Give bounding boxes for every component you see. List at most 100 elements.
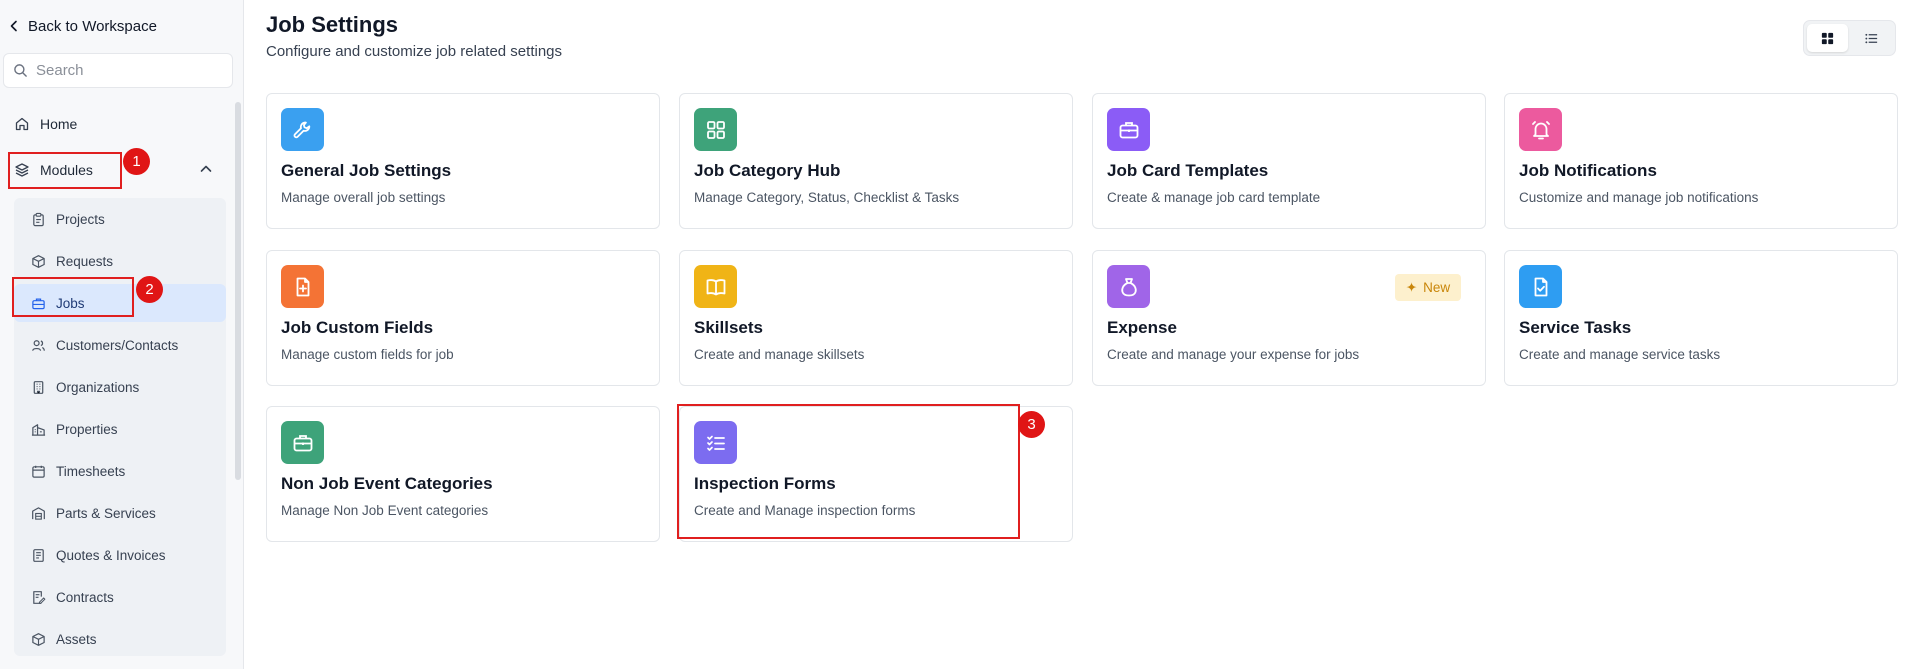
- card-job-card-templates[interactable]: Job Card Templates Create & manage job c…: [1092, 93, 1486, 229]
- view-toggle: [1803, 20, 1896, 56]
- card-job-category-hub[interactable]: Job Category Hub Manage Category, Status…: [679, 93, 1073, 229]
- sidebar-item-properties[interactable]: Properties: [14, 410, 226, 448]
- file-plus-icon: [296, 277, 309, 296]
- card-description: Create and manage your expense for jobs: [1107, 347, 1360, 362]
- sidebar-item-label: Requests: [56, 253, 114, 269]
- nav-modules-label: Modules: [40, 162, 93, 178]
- sidebar-item-label: Projects: [56, 211, 105, 227]
- chevron-left-icon: [10, 20, 17, 32]
- invoice-icon: [33, 548, 44, 562]
- nav-home-label: Home: [40, 116, 78, 132]
- card-title: Expense: [1107, 318, 1177, 337]
- page-title: Job Settings: [266, 12, 399, 37]
- new-badge: ✦ New: [1395, 274, 1461, 301]
- sidebar-item-label: Organizations: [56, 379, 140, 395]
- card-description: Create and manage service tasks: [1519, 347, 1721, 362]
- card-non-job-event-categories[interactable]: Non Job Event Categories Manage Non Job …: [266, 406, 660, 542]
- book-icon: [706, 278, 725, 295]
- card-icon-bg: [694, 265, 737, 308]
- sidebar: Back to Workspace Home Modules Projects …: [0, 0, 244, 669]
- chevron-up-icon[interactable]: [199, 162, 213, 176]
- new-badge-label: New: [1423, 280, 1451, 295]
- step-badge-2: 2: [136, 276, 163, 303]
- card-description: Manage custom fields for job: [281, 347, 454, 362]
- sidebar-item-assets[interactable]: Assets: [14, 620, 226, 658]
- sidebar-item-parts-services[interactable]: Parts & Services: [14, 494, 226, 532]
- sidebar-item-quotes-invoices[interactable]: Quotes & Invoices: [14, 536, 226, 574]
- card-title: Job Notifications: [1519, 161, 1657, 180]
- money-bag-icon: [1120, 277, 1137, 296]
- sidebar-item-label: Assets: [56, 631, 97, 647]
- card-description: Create & manage job card template: [1107, 190, 1321, 205]
- card-description: Manage Non Job Event categories: [281, 503, 489, 518]
- briefcase-icon: [32, 297, 45, 309]
- card-icon-bg: [694, 108, 737, 151]
- box-icon: [32, 254, 45, 268]
- sidebar-item-jobs[interactable]: Jobs: [14, 284, 226, 322]
- grid-icon: [706, 120, 725, 139]
- sidebar-item-label: Quotes & Invoices: [56, 547, 166, 563]
- sidebar-item-label: Contracts: [56, 589, 114, 605]
- list-view-button[interactable]: [1851, 24, 1892, 52]
- nav-modules[interactable]: Modules: [14, 158, 93, 182]
- sidebar-item-label: Jobs: [56, 295, 85, 311]
- sidebar-item-timesheets[interactable]: Timesheets: [14, 452, 226, 490]
- card-description: Customize and manage job notifications: [1519, 190, 1759, 205]
- card-general-job-settings[interactable]: General Job Settings Manage overall job …: [266, 93, 660, 229]
- back-to-workspace-link[interactable]: Back to Workspace: [8, 14, 157, 38]
- warehouse-icon: [32, 506, 45, 520]
- card-icon-bg: [281, 421, 324, 464]
- sidebar-item-requests[interactable]: Requests: [14, 242, 226, 280]
- building-icon: [33, 380, 44, 394]
- list-view-icon: [1865, 33, 1878, 43]
- sidebar-item-organizations[interactable]: Organizations: [14, 368, 226, 406]
- modules-submenu: Projects Requests Jobs Customers/Contact…: [14, 198, 226, 656]
- sidebar-item-customers-contacts[interactable]: Customers/Contacts: [14, 326, 226, 364]
- users-icon: [32, 339, 45, 351]
- step-badge-3: 3: [1018, 411, 1045, 438]
- card-description: Manage overall job settings: [281, 190, 446, 205]
- sidebar-item-label: Properties: [56, 421, 118, 437]
- card-icon-bg: [281, 108, 324, 151]
- cube-icon: [32, 632, 45, 646]
- card-icon-bg: [1107, 108, 1150, 151]
- sidebar-item-contracts[interactable]: Contracts: [14, 578, 226, 616]
- contract-icon: [33, 590, 46, 604]
- back-link-label: Back to Workspace: [28, 17, 157, 35]
- sparkle-icon: ✦: [1405, 279, 1418, 295]
- card-job-notifications[interactable]: Job Notifications Customize and manage j…: [1504, 93, 1898, 229]
- card-title: Non Job Event Categories: [281, 474, 493, 493]
- file-check-icon: [1534, 277, 1547, 296]
- sidebar-item-label: Timesheets: [56, 463, 126, 479]
- sidebar-item-label: Customers/Contacts: [56, 337, 179, 353]
- search-input[interactable]: [36, 62, 226, 79]
- sidebar-item-label: Parts & Services: [56, 505, 156, 521]
- card-description: Manage Category, Status, Checklist & Tas…: [694, 190, 960, 205]
- property-icon: [31, 423, 46, 436]
- card-icon-bg: [1519, 108, 1562, 151]
- sidebar-item-projects[interactable]: Projects: [14, 200, 226, 238]
- card-skillsets[interactable]: Skillsets Create and manage skillsets: [679, 250, 1073, 386]
- nav-home[interactable]: Home: [14, 112, 77, 136]
- card-job-custom-fields[interactable]: Job Custom Fields Manage custom fields f…: [266, 250, 660, 386]
- card-icon-bg: [281, 265, 324, 308]
- card-title: Service Tasks: [1519, 318, 1632, 337]
- calendar-icon: [32, 465, 45, 478]
- card-expense[interactable]: ✦ New Expense Create and manage your exp…: [1092, 250, 1486, 386]
- card-title: Inspection Forms: [694, 474, 836, 493]
- briefcase-icon: [293, 434, 312, 451]
- sidebar-scrollbar[interactable]: [235, 102, 241, 480]
- card-title: Skillsets: [694, 318, 763, 337]
- card-icon-bg: [694, 421, 737, 464]
- wrench-icon: [293, 121, 310, 138]
- card-title: General Job Settings: [281, 161, 452, 180]
- grid-view-button[interactable]: [1807, 24, 1848, 52]
- search-icon: [14, 64, 27, 77]
- search-box[interactable]: [3, 53, 233, 88]
- card-title: Job Category Hub: [694, 161, 841, 180]
- card-service-tasks[interactable]: Service Tasks Create and manage service …: [1504, 250, 1898, 386]
- clipboard-icon: [33, 212, 44, 226]
- card-inspection-forms[interactable]: Inspection Forms Create and Manage inspe…: [679, 406, 1073, 542]
- home-icon: [15, 117, 29, 131]
- card-icon-bg: [1519, 265, 1562, 308]
